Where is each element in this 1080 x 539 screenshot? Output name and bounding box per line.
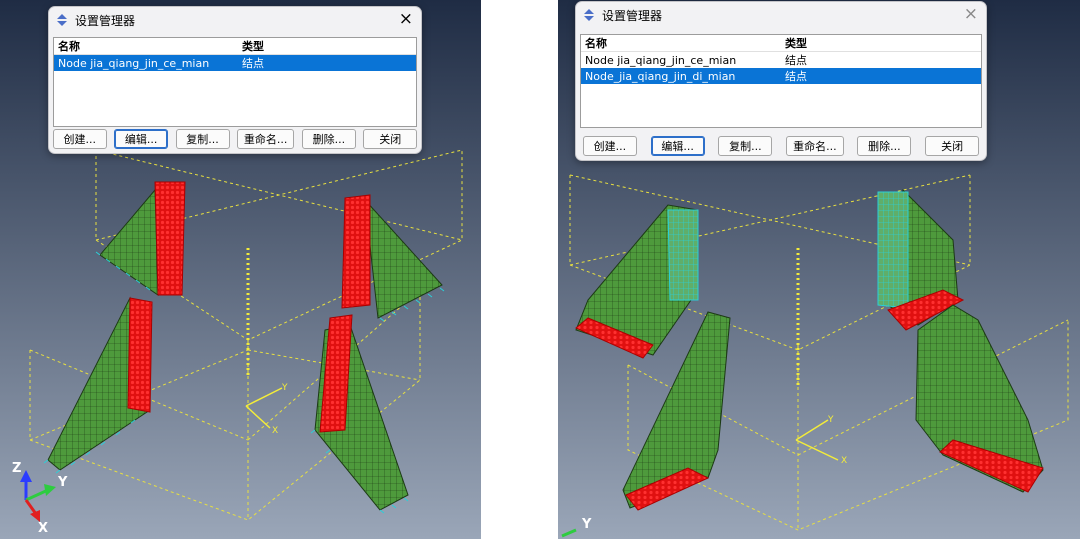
set-list[interactable]: 名称 类型 Node jia_qiang_jin_ce_mian 结点	[53, 37, 417, 127]
dismiss-button[interactable]: 关闭	[363, 129, 418, 149]
dismiss-button[interactable]: 关闭	[925, 136, 980, 156]
close-icon[interactable]: ×	[964, 4, 978, 24]
dialog-title: 设置管理器	[75, 13, 136, 28]
set-name: Node jia_qiang_jin_ce_mian	[58, 56, 210, 70]
triad-y-label: Y	[57, 475, 68, 490]
edit-button[interactable]: 编辑...	[114, 129, 169, 149]
list-header: 名称 类型	[54, 38, 416, 55]
list-header: 名称 类型	[581, 35, 981, 52]
column-type-header[interactable]: 类型	[781, 35, 807, 51]
right-viewport[interactable]: Y X Y 设置管理器 × 名称 类型 Node jia_qiang_jin_c…	[558, 0, 1080, 539]
set-name: Node_jia_qiang_jin_di_mian	[585, 69, 736, 83]
triad-x-label: X	[38, 521, 48, 536]
set-list[interactable]: 名称 类型 Node jia_qiang_jin_ce_mian 结点 Node…	[580, 34, 982, 128]
dialog-titlebar[interactable]: 设置管理器 ×	[576, 2, 986, 28]
list-item[interactable]: Node_jia_qiang_jin_di_mian 结点	[581, 68, 981, 84]
rename-button[interactable]: 重命名...	[786, 136, 844, 156]
copy-button[interactable]: 复制...	[718, 136, 773, 156]
set-name: Node jia_qiang_jin_ce_mian	[585, 53, 737, 67]
column-name-header[interactable]: 名称	[54, 38, 238, 54]
triad-y-label: Y	[581, 517, 592, 532]
dialog-button-bar: 创建... 编辑... 复制... 重命名... 删除... 关闭	[49, 129, 421, 149]
triad-z-label: Z	[12, 461, 21, 476]
column-name-header[interactable]: 名称	[581, 35, 781, 51]
list-item[interactable]: Node jia_qiang_jin_ce_mian 结点	[54, 55, 416, 71]
delete-button[interactable]: 删除...	[857, 136, 912, 156]
edit-button[interactable]: 编辑...	[650, 136, 705, 156]
csys-y-label: Y	[281, 383, 288, 393]
create-button[interactable]: 创建...	[582, 136, 637, 156]
csys-y-label: Y	[827, 415, 834, 425]
create-button[interactable]: 创建...	[52, 129, 107, 149]
dialog-title: 设置管理器	[602, 8, 663, 23]
app-icon	[57, 14, 67, 26]
set-type: 结点	[242, 57, 264, 70]
csys-x-label: X	[272, 426, 278, 436]
set-manager-dialog[interactable]: 设置管理器 × 名称 类型 Node jia_qiang_jin_ce_mian…	[575, 1, 987, 161]
set-manager-dialog[interactable]: 设置管理器 × 名称 类型 Node jia_qiang_jin_ce_mian…	[48, 6, 422, 154]
csys-x-label: X	[841, 456, 847, 466]
dialog-button-bar: 创建... 编辑... 复制... 重命名... 删除... 关闭	[576, 136, 986, 156]
set-type: 结点	[785, 70, 807, 83]
left-viewport[interactable]: Y X Z Y X 设置管理器 × 名称 类型 Node jia_qiang_j…	[0, 0, 481, 539]
delete-button[interactable]: 删除...	[301, 129, 356, 149]
dialog-titlebar[interactable]: 设置管理器 ×	[49, 7, 421, 33]
list-item[interactable]: Node jia_qiang_jin_ce_mian 结点	[581, 52, 981, 68]
rename-button[interactable]: 重命名...	[236, 129, 295, 149]
column-type-header[interactable]: 类型	[238, 38, 264, 54]
set-type: 结点	[785, 54, 807, 67]
app-icon	[584, 9, 594, 21]
copy-button[interactable]: 复制...	[175, 129, 230, 149]
close-icon[interactable]: ×	[399, 9, 413, 29]
